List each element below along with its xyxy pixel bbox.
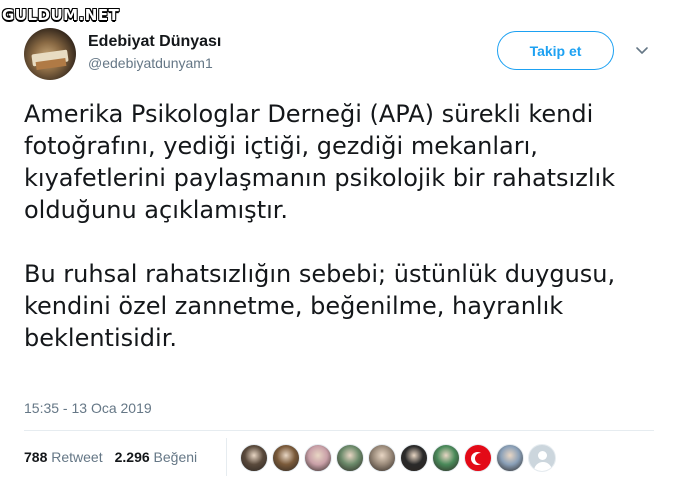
liker-avatar[interactable] — [464, 444, 492, 472]
tweet-timestamp[interactable]: 15:35 - 13 Oca 2019 — [24, 400, 152, 416]
liker-avatars — [240, 444, 556, 472]
tweet-text: Amerika Psikologlar Derneği (APA) sürekl… — [24, 98, 664, 354]
liker-avatar[interactable] — [496, 444, 524, 472]
liker-avatar[interactable] — [528, 444, 556, 472]
tweet-paragraph: Amerika Psikologlar Derneği (APA) sürekl… — [24, 100, 616, 224]
watermark: GULDUM.NET — [2, 6, 120, 24]
liker-avatar[interactable] — [272, 444, 300, 472]
liker-avatar[interactable] — [400, 444, 428, 472]
like-stat[interactable]: 2.296 Beğeni — [115, 449, 198, 465]
tweet-paragraph: Bu ruhsal rahatsızlığın sebebi; üstünlük… — [24, 260, 616, 352]
chevron-down-icon[interactable] — [634, 42, 650, 58]
divider — [226, 438, 227, 476]
tweet-stats: 788 Retweet 2.296 Beğeni — [24, 449, 197, 465]
retweet-stat[interactable]: 788 Retweet — [24, 449, 103, 465]
avatar[interactable] — [24, 28, 76, 80]
liker-avatar[interactable] — [432, 444, 460, 472]
liker-avatar[interactable] — [240, 444, 268, 472]
liker-avatar[interactable] — [304, 444, 332, 472]
divider — [24, 430, 654, 431]
author-name[interactable]: Edebiyat Dünyası — [88, 33, 221, 51]
follow-button[interactable]: Takip et — [497, 31, 614, 70]
author-handle[interactable]: @edebiyatdunyam1 — [88, 55, 213, 71]
liker-avatar[interactable] — [368, 444, 396, 472]
liker-avatar[interactable] — [336, 444, 364, 472]
